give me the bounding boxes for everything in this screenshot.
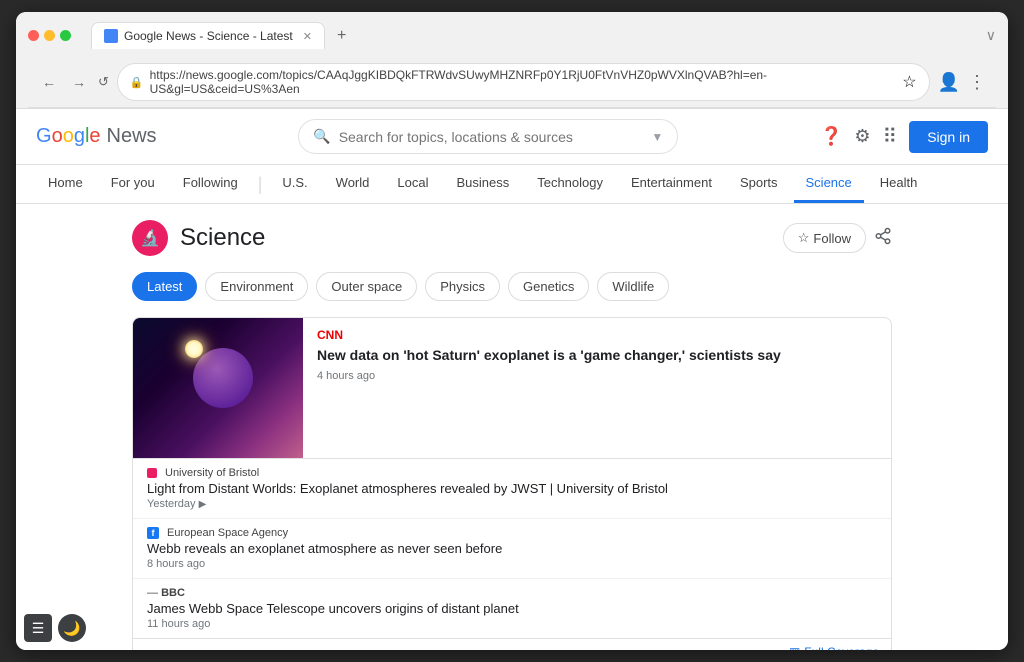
nav-local[interactable]: Local (385, 165, 440, 203)
fb-icon: f (147, 527, 159, 539)
related-item-2[interactable]: f European Space Agency Webb reveals an … (133, 519, 891, 579)
user-icon[interactable]: 👤 (938, 72, 960, 93)
search-bar[interactable]: 🔍 ▼ (298, 119, 678, 154)
related-time-2: 8 hours ago (147, 558, 877, 570)
nav-world[interactable]: World (324, 165, 382, 203)
sun-glow-graphic (185, 340, 203, 358)
nav-business[interactable]: Business (444, 165, 521, 203)
nav-technology[interactable]: Technology (525, 165, 615, 203)
nav-science[interactable]: Science (794, 165, 864, 203)
apps-button[interactable]: ⠿ (883, 124, 898, 149)
article-1-source: CNN (317, 328, 877, 342)
sign-in-button[interactable]: Sign in (909, 121, 988, 153)
nav-home[interactable]: Home (36, 165, 95, 203)
pill-latest[interactable]: Latest (132, 272, 197, 301)
article-1-content: CNN New data on 'hot Saturn' exoplanet i… (303, 318, 891, 458)
pill-genetics[interactable]: Genetics (508, 272, 589, 301)
topic-pills: Latest Environment Outer space Physics G… (112, 272, 912, 317)
minimize-dot[interactable] (44, 30, 55, 41)
search-dropdown-icon[interactable]: ▼ (651, 130, 663, 144)
related-headline-1: Light from Distant Worlds: Exoplanet atm… (147, 481, 877, 496)
lock-icon: 🔒 (130, 76, 144, 89)
search-icon: 🔍 (313, 128, 330, 145)
bbc-dash: — BBC (147, 587, 185, 599)
article-group-1: CNN New data on 'hot Saturn' exoplanet i… (132, 317, 892, 650)
traffic-lights (28, 30, 71, 41)
follow-label: Follow (813, 231, 851, 246)
article-1-headline[interactable]: New data on 'hot Saturn' exoplanet is a … (317, 346, 877, 366)
close-dot[interactable] (28, 30, 39, 41)
app-name: News (107, 125, 157, 148)
section-title-group: 🔬 Science (132, 220, 265, 256)
follow-button[interactable]: ☆ Follow (783, 223, 866, 253)
news-nav: Home For you Following | U.S. World Loca… (16, 165, 1008, 204)
space-image (133, 318, 303, 458)
star-icon: ☆ (798, 230, 810, 246)
nav-following[interactable]: Following (171, 165, 250, 203)
extensions-icon[interactable]: ⋮ (968, 72, 986, 93)
settings-button[interactable]: ⚙ (854, 126, 870, 147)
pill-environment[interactable]: Environment (205, 272, 308, 301)
bookmark-icon[interactable]: ☆ (902, 72, 916, 92)
related-source-2: f European Space Agency (147, 527, 877, 539)
tab-close-button[interactable]: ✕ (303, 30, 312, 43)
section-title: Science (180, 224, 265, 252)
esa-source: European Space Agency (167, 527, 288, 539)
reload-button[interactable]: ↺ (98, 74, 109, 90)
pill-wildlife[interactable]: Wildlife (597, 272, 669, 301)
cnn-logo: CNN (317, 328, 343, 342)
related-source-3: — BBC (147, 587, 877, 599)
help-button[interactable]: ❓ (820, 126, 842, 147)
toolbar-right: 👤 ⋮ (938, 72, 986, 93)
header-right: ❓ ⚙ ⠿ Sign in (820, 121, 988, 153)
tab-bar: Google News - Science - Latest ✕ + (91, 22, 978, 49)
news-content: 🔬 Science ☆ Follow (112, 204, 912, 650)
active-tab[interactable]: Google News - Science - Latest ✕ (91, 22, 325, 49)
bristol-icon (147, 468, 157, 478)
bristol-source: University of Bristol (165, 467, 259, 479)
google-logo: Google (36, 125, 101, 148)
search-input[interactable] (339, 129, 644, 145)
tab-favicon (104, 29, 118, 43)
related-headline-2: Webb reveals an exoplanet atmosphere as … (147, 541, 877, 556)
planet-graphic (193, 348, 253, 408)
news-logo: Google News (36, 125, 157, 148)
forward-button[interactable]: → (68, 72, 90, 92)
browser-controls: Google News - Science - Latest ✕ + ∨ (28, 22, 996, 49)
share-button[interactable] (874, 227, 892, 250)
news-body: Google News 🔍 ▼ ❓ ⚙ ⠿ Sign in Home For y… (16, 109, 1008, 650)
dark-mode-button[interactable]: 🌙 (58, 614, 86, 642)
new-tab-button[interactable]: + (331, 25, 352, 47)
address-bar[interactable]: 🔒 https://news.google.com/topics/CAAqJgg… (117, 63, 930, 101)
address-bar-icons: ☆ (902, 72, 916, 92)
related-source-1: University of Bristol (147, 467, 877, 479)
url-text: https://news.google.com/topics/CAAqJggKI… (150, 68, 897, 96)
nav-entertainment[interactable]: Entertainment (619, 165, 724, 203)
nav-sports[interactable]: Sports (728, 165, 790, 203)
window-controls: ∨ (986, 27, 996, 44)
main-article-1: CNN New data on 'hot Saturn' exoplanet i… (133, 318, 891, 458)
nav-us[interactable]: U.S. (270, 165, 319, 203)
menu-button[interactable]: ☰ (24, 614, 52, 642)
back-button[interactable]: ← (38, 72, 60, 92)
tab-title: Google News - Science - Latest (124, 29, 293, 43)
news-header: Google News 🔍 ▼ ❓ ⚙ ⠿ Sign in (16, 109, 1008, 165)
browser-titlebar: Google News - Science - Latest ✕ + ∨ ← →… (16, 12, 1008, 109)
section-actions: ☆ Follow (783, 223, 892, 253)
section-header: 🔬 Science ☆ Follow (112, 204, 912, 272)
nav-foryou[interactable]: For you (99, 165, 167, 203)
browser-toolbar: ← → ↺ 🔒 https://news.google.com/topics/C… (28, 57, 996, 108)
browser-window: Google News - Science - Latest ✕ + ∨ ← →… (16, 12, 1008, 650)
articles-container: CNN New data on 'hot Saturn' exoplanet i… (112, 317, 912, 650)
pill-physics[interactable]: Physics (425, 272, 500, 301)
article-image-space (133, 318, 303, 458)
pill-outer-space[interactable]: Outer space (316, 272, 417, 301)
maximize-dot[interactable] (60, 30, 71, 41)
related-time-1: Yesterday ▶ (147, 498, 877, 510)
nav-health[interactable]: Health (868, 165, 930, 203)
article-1-time: 4 hours ago (317, 370, 877, 382)
related-item-1[interactable]: University of Bristol Light from Distant… (133, 459, 891, 519)
science-icon: 🔬 (132, 220, 168, 256)
bottom-toolbar: ☰ 🌙 (16, 606, 1008, 650)
